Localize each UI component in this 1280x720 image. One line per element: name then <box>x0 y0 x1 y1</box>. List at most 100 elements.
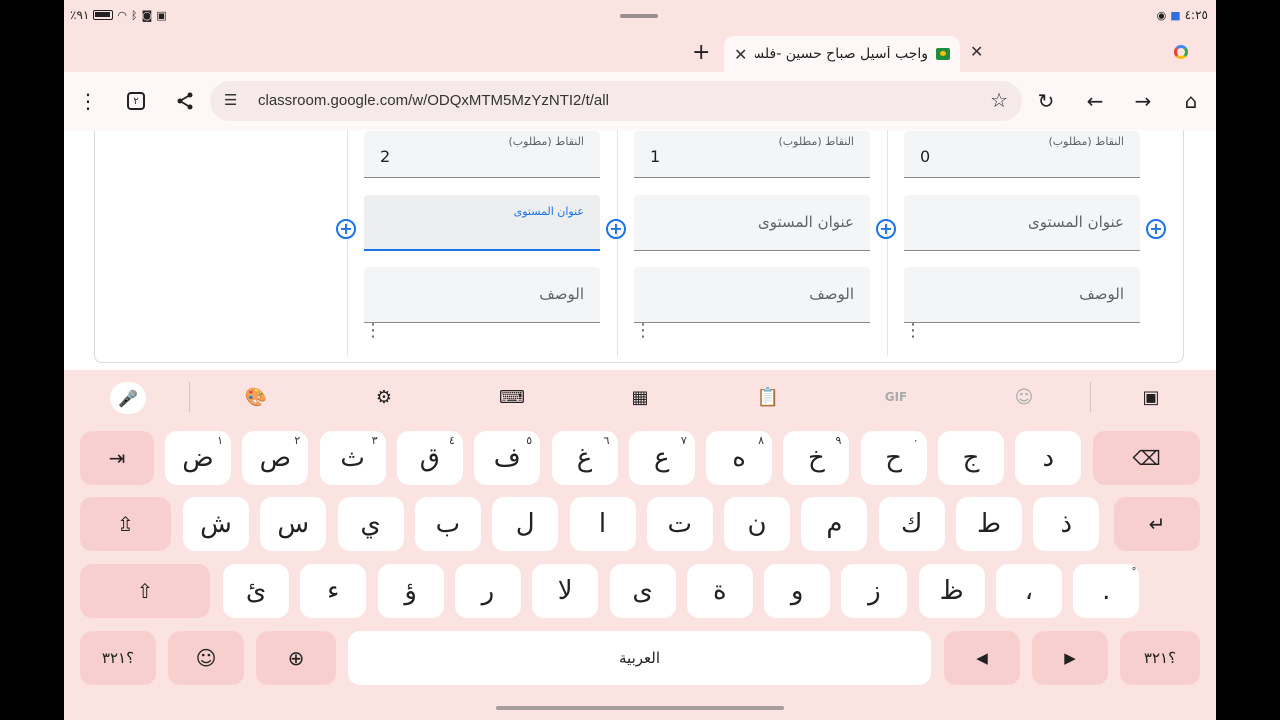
add-level-icon[interactable]: + <box>336 219 356 239</box>
key-letter[interactable]: ش <box>183 497 249 551</box>
key-letter[interactable]: ي <box>337 497 404 551</box>
add-level-icon[interactable]: + <box>1146 219 1166 239</box>
key-letter[interactable]: و <box>764 564 831 618</box>
key-letter[interactable]: ق٤ <box>396 431 463 485</box>
gif-button[interactable]: GIF <box>881 382 911 412</box>
symbols-key-right[interactable]: ؟٣٢١ <box>1120 631 1200 685</box>
key-letter[interactable]: ل <box>492 497 559 551</box>
enter-key[interactable]: ↵ <box>1114 497 1200 551</box>
emoji-key[interactable]: ☺ <box>168 631 244 685</box>
settings-gear-icon[interactable]: ⚙ <box>369 382 399 412</box>
key-letter[interactable]: غ٦ <box>551 431 618 485</box>
key-letter[interactable]: ئ <box>223 564 289 618</box>
more-options-icon[interactable]: ⋮ <box>364 322 382 340</box>
key-letter[interactable]: لا <box>532 564 599 618</box>
apps-grid-icon[interactable]: ▣ <box>1136 382 1166 412</box>
space-key[interactable]: العربية <box>348 631 931 685</box>
key-letter[interactable]: ط <box>956 497 1022 551</box>
key-letter[interactable]: ا <box>569 497 636 551</box>
description-field[interactable]: الوصف <box>904 267 1140 323</box>
key-letter[interactable]: ت <box>646 497 713 551</box>
key-letter[interactable]: ض١ <box>165 431 231 485</box>
back-arrow-icon[interactable]: ← <box>1080 86 1110 116</box>
symbols-key-left[interactable]: ؟٣٢١ <box>80 631 156 685</box>
key-label: ئ <box>245 576 267 606</box>
level-title-field-focused[interactable]: عنوان المستوى <box>364 195 600 251</box>
key-letter[interactable]: ر <box>454 564 521 618</box>
key-letter[interactable]: ك <box>878 497 945 551</box>
clipboard-icon[interactable]: 📋 <box>753 382 783 412</box>
shift-key[interactable]: ⇧ <box>80 564 210 618</box>
key-letter[interactable]: ، <box>996 564 1062 618</box>
points-label: النقاط (مطلوب) <box>778 135 855 148</box>
key-letter[interactable]: ع٧ <box>628 431 695 485</box>
key-letter[interactable]: ى <box>609 564 676 618</box>
google-tab-icon[interactable] <box>1174 45 1188 59</box>
address-bar[interactable]: ☰ classroom.google.com/w/ODQxMTM5MzYzNTI… <box>210 81 1022 121</box>
more-options-icon[interactable]: ⋮ <box>904 322 922 340</box>
key-hint: ٥ <box>526 434 533 447</box>
key-letter[interactable]: ص٢ <box>242 431 309 485</box>
tab-close-icon-2[interactable]: ✕ <box>970 42 983 61</box>
key-letter[interactable]: س <box>260 497 327 551</box>
key-letter[interactable]: ظ <box>918 564 985 618</box>
key-letter[interactable]: م <box>801 497 868 551</box>
level-title-field[interactable]: عنوان المستوى <box>634 195 870 251</box>
key-label: ء <box>327 576 340 606</box>
key-label: ة <box>712 576 727 606</box>
reload-icon[interactable]: ↻ <box>1031 86 1061 116</box>
sticker-icon[interactable]: ☺ <box>1009 382 1039 412</box>
points-field[interactable]: النقاط (مطلوب) 1 <box>634 131 870 178</box>
key-letter[interactable]: خ٩ <box>783 431 850 485</box>
points-field[interactable]: النقاط (مطلوب) 2 <box>364 131 600 178</box>
add-level-icon[interactable]: + <box>876 219 896 239</box>
theme-palette-icon[interactable]: 🎨 <box>241 382 271 412</box>
key-letter[interactable]: ه٨ <box>706 431 773 485</box>
key-letter[interactable]: ؤ <box>377 564 444 618</box>
browser-tab-active[interactable]: واجب أسيل صباح حسين -فلسفة ✕ <box>724 36 960 72</box>
tab-strip: + واجب أسيل صباح حسين -فلسفة ✕ ✕ <box>64 32 1216 72</box>
key-letter[interactable]: ف٥ <box>474 431 541 485</box>
description-field[interactable]: الوصف <box>364 267 600 323</box>
key-letter[interactable]: ب <box>414 497 481 551</box>
cursor-right-key[interactable]: ▶ <box>1032 631 1108 685</box>
description-field[interactable]: الوصف <box>634 267 870 323</box>
tab-switcher-button[interactable]: ٢ <box>121 86 151 116</box>
tab-key[interactable]: ⇥ <box>80 431 154 485</box>
site-settings-icon[interactable]: ☰ <box>224 91 237 109</box>
key-letter[interactable]: ن <box>724 497 791 551</box>
microphone-icon[interactable]: 🎤 <box>110 382 146 414</box>
menu-dots-icon[interactable]: ⋮ <box>73 86 103 116</box>
bookmark-star-icon[interactable]: ☆ <box>990 88 1008 112</box>
key-label: ر <box>481 576 495 606</box>
url-text: classroom.google.com/w/ODQxMTM5MzYzNTI2/… <box>258 92 609 109</box>
key-letter[interactable]: ز <box>841 564 908 618</box>
level-title-field[interactable]: عنوان المستوى <box>904 195 1140 251</box>
points-field[interactable]: النقاط (مطلوب) 0 <box>904 131 1140 178</box>
key-letter[interactable]: .ْ <box>1073 564 1140 618</box>
share-icon[interactable] <box>170 86 200 116</box>
level-title-placeholder: عنوان المستوى <box>1028 213 1124 231</box>
key-letter[interactable]: ح٠ <box>860 431 927 485</box>
key-letter[interactable]: ة <box>686 564 753 618</box>
caps-lock-key[interactable]: ⇫ <box>80 497 171 551</box>
tab-title: واجب أسيل صباح حسين -فلسفة <box>755 46 928 62</box>
key-letter[interactable]: ج <box>938 431 1004 485</box>
forward-arrow-icon[interactable]: → <box>1128 86 1158 116</box>
key-letter[interactable]: د <box>1015 431 1082 485</box>
key-letter[interactable]: ث٣ <box>319 431 386 485</box>
key-label: ث <box>340 443 365 473</box>
tab-close-icon[interactable]: ✕ <box>734 45 747 64</box>
key-letter[interactable]: ذ <box>1033 497 1100 551</box>
key-letter[interactable]: ء <box>300 564 367 618</box>
cursor-left-key[interactable]: ◀ <box>944 631 1020 685</box>
home-icon[interactable]: ⌂ <box>1176 86 1206 116</box>
new-tab-button[interactable]: + <box>692 40 710 65</box>
one-handed-keyboard-icon[interactable]: ▦ <box>625 382 655 412</box>
language-globe-key[interactable]: ⊕ <box>256 631 336 685</box>
more-options-icon[interactable]: ⋮ <box>634 322 652 340</box>
key-hint: ٦ <box>603 434 610 447</box>
add-level-icon[interactable]: + <box>606 219 626 239</box>
keyboard-layout-icon[interactable]: ⌨ <box>497 382 527 412</box>
backspace-key[interactable]: ⌫ <box>1093 431 1200 485</box>
